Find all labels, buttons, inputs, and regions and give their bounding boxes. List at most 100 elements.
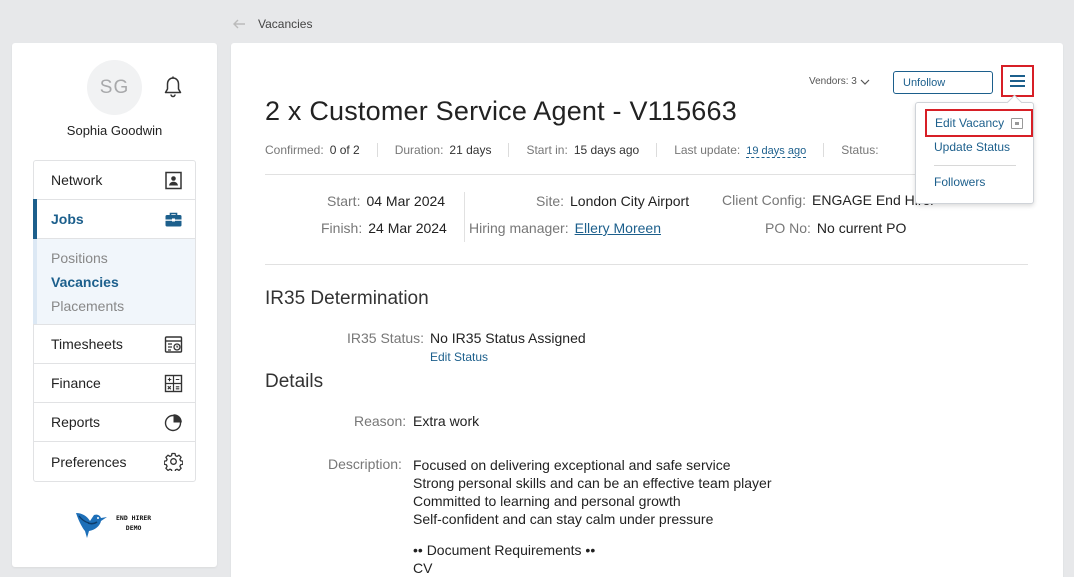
field-label: PO No: xyxy=(765,220,811,236)
menu-divider xyxy=(934,165,1016,166)
logo-text: END HIRER DEMO xyxy=(116,513,151,533)
sidebar-item-label: Preferences xyxy=(51,453,127,470)
edit-vacancy-label: Edit Vacancy xyxy=(935,116,1005,130)
meta-confirmed: Confirmed: 0 of 2 xyxy=(265,143,377,157)
sidebar-item-label: Reports xyxy=(51,414,101,430)
meta-label: Confirmed: xyxy=(265,143,324,157)
company-logo: END HIRER DEMO xyxy=(74,507,151,539)
window-icon xyxy=(1011,118,1023,129)
doc-requirement-item: CV xyxy=(413,560,433,576)
edit-vacancy-menu-item[interactable]: Edit Vacancy xyxy=(925,109,1033,137)
meta-label: Last update: xyxy=(674,143,741,157)
meta-last-update: Last update: 19 days ago xyxy=(656,143,823,157)
description-line: Self-confident and can stay calm under p… xyxy=(413,511,714,527)
field-label: Client Config: xyxy=(722,192,807,208)
bell-icon[interactable] xyxy=(163,76,183,98)
contact-card-icon xyxy=(165,171,182,189)
finish-date: Finish: 24 Mar 2024 xyxy=(321,220,447,236)
actions-dropdown: Edit Vacancy Update Status Followers xyxy=(915,102,1034,204)
field-label: Hiring manager: xyxy=(469,220,569,236)
subnav-placements[interactable]: Placements xyxy=(51,298,178,314)
reason-value: Extra work xyxy=(413,413,480,429)
meta-status: Status: xyxy=(823,143,895,157)
divider xyxy=(265,174,1028,175)
breadcrumb: Vacancies xyxy=(232,17,312,31)
arrow-left-icon[interactable] xyxy=(232,17,246,31)
unfollow-button[interactable]: Unfollow xyxy=(893,71,993,94)
meta-label: Start in: xyxy=(526,143,568,157)
description-label: Description: xyxy=(328,456,402,472)
sidebar-item-label: Timesheets xyxy=(51,336,123,352)
description-line: Committed to learning and personal growt… xyxy=(413,493,681,509)
sidebar-item-timesheets[interactable]: Timesheets xyxy=(34,325,195,364)
sidebar-item-preferences[interactable]: Preferences xyxy=(34,442,195,481)
client-config: Client Config: ENGAGE End Hirer xyxy=(722,192,935,208)
meta-value: 15 days ago xyxy=(573,143,640,157)
sidebar-item-finance[interactable]: Finance xyxy=(34,364,195,403)
meta-duration: Duration: 21 days xyxy=(376,143,509,157)
hiring-manager: Hiring manager: Ellery Moreen xyxy=(469,220,661,236)
timesheet-icon xyxy=(164,335,183,353)
details-heading: Details xyxy=(265,371,324,392)
ir35-status-value: No IR35 Status Assigned xyxy=(430,330,586,346)
calculator-icon xyxy=(164,374,183,392)
subnav-positions[interactable]: Positions xyxy=(51,250,178,266)
divider xyxy=(464,192,465,242)
field-value: London City Airport xyxy=(570,193,690,209)
briefcase-icon xyxy=(165,212,182,226)
doc-requirements-heading: •• Document Requirements •• xyxy=(413,542,596,558)
sidebar-item-label: Jobs xyxy=(51,211,84,227)
sidebar-item-network[interactable]: Network xyxy=(34,161,195,200)
meta-label: Duration: xyxy=(394,143,444,157)
edit-status-link[interactable]: Edit Status xyxy=(430,350,488,364)
last-update-link[interactable]: 19 days ago xyxy=(746,145,806,157)
description-text: Focused on delivering exceptional and sa… xyxy=(413,456,772,577)
avatar[interactable]: SG xyxy=(87,60,142,115)
pie-chart-icon xyxy=(164,413,182,431)
sidebar-item-reports[interactable]: Reports xyxy=(34,403,195,442)
ir35-heading: IR35 Determination xyxy=(265,288,429,309)
logo-line1: END HIRER xyxy=(116,514,152,522)
start-date: Start: 04 Mar 2024 xyxy=(327,193,445,209)
jobs-subnav: Positions Vacancies Placements xyxy=(33,239,195,325)
hummingbird-logo-icon xyxy=(76,513,107,538)
logo-line2: DEMO xyxy=(125,524,142,532)
hiring-manager-link[interactable]: Ellery Moreen xyxy=(575,220,661,236)
sidebar-item-jobs[interactable]: Jobs xyxy=(33,199,195,239)
gear-icon xyxy=(164,452,183,471)
po-number: PO No: No current PO xyxy=(765,220,906,236)
field-label: Site: xyxy=(536,193,565,209)
meta-start-in: Start in: 15 days ago xyxy=(508,143,656,157)
breadcrumb-vacancies[interactable]: Vacancies xyxy=(258,17,312,31)
vendors-label: Vendors: 3 xyxy=(809,76,857,87)
subnav-vacancies[interactable]: Vacancies xyxy=(51,274,178,290)
field-value: 04 Mar 2024 xyxy=(366,193,446,209)
sidebar-nav: Network Jobs Positions Vacancies Placeme… xyxy=(33,160,196,482)
field-value: 24 Mar 2024 xyxy=(368,220,447,236)
vendors-dropdown[interactable]: Vendors: 3 xyxy=(809,76,870,87)
field-value: No current PO xyxy=(816,220,907,236)
meta-value: 21 days xyxy=(449,143,492,157)
divider xyxy=(265,264,1028,265)
hamburger-icon xyxy=(1010,75,1025,87)
meta-label: Status: xyxy=(841,143,879,157)
user-name: Sophia Goodwin xyxy=(66,123,163,138)
followers-menu-item[interactable]: Followers xyxy=(934,175,985,189)
site: Site: London City Airport xyxy=(536,193,689,209)
update-status-menu-item[interactable]: Update Status xyxy=(934,140,1010,154)
description-line: Focused on delivering exceptional and sa… xyxy=(413,457,731,473)
reason-label: Reason: xyxy=(354,413,407,429)
meta-value: 0 of 2 xyxy=(329,143,360,157)
page-title: 2 x Customer Service Agent - V115663 xyxy=(265,96,737,126)
field-label: Start: xyxy=(327,193,361,209)
description-line: Strong personal skills and can be an eff… xyxy=(413,475,772,491)
vacancy-meta: Confirmed: 0 of 2 Duration: 21 days Start … xyxy=(265,143,896,157)
menu-button[interactable] xyxy=(1001,65,1034,97)
field-label: Finish: xyxy=(321,220,363,236)
sidebar-item-label: Finance xyxy=(51,375,101,391)
sidebar: SG Sophia Goodwin Network Jobs Positions… xyxy=(12,43,217,567)
ir35-status-label: IR35 Status: xyxy=(347,330,425,346)
sidebar-item-label: Network xyxy=(51,172,103,188)
chevron-down-icon xyxy=(860,79,870,85)
